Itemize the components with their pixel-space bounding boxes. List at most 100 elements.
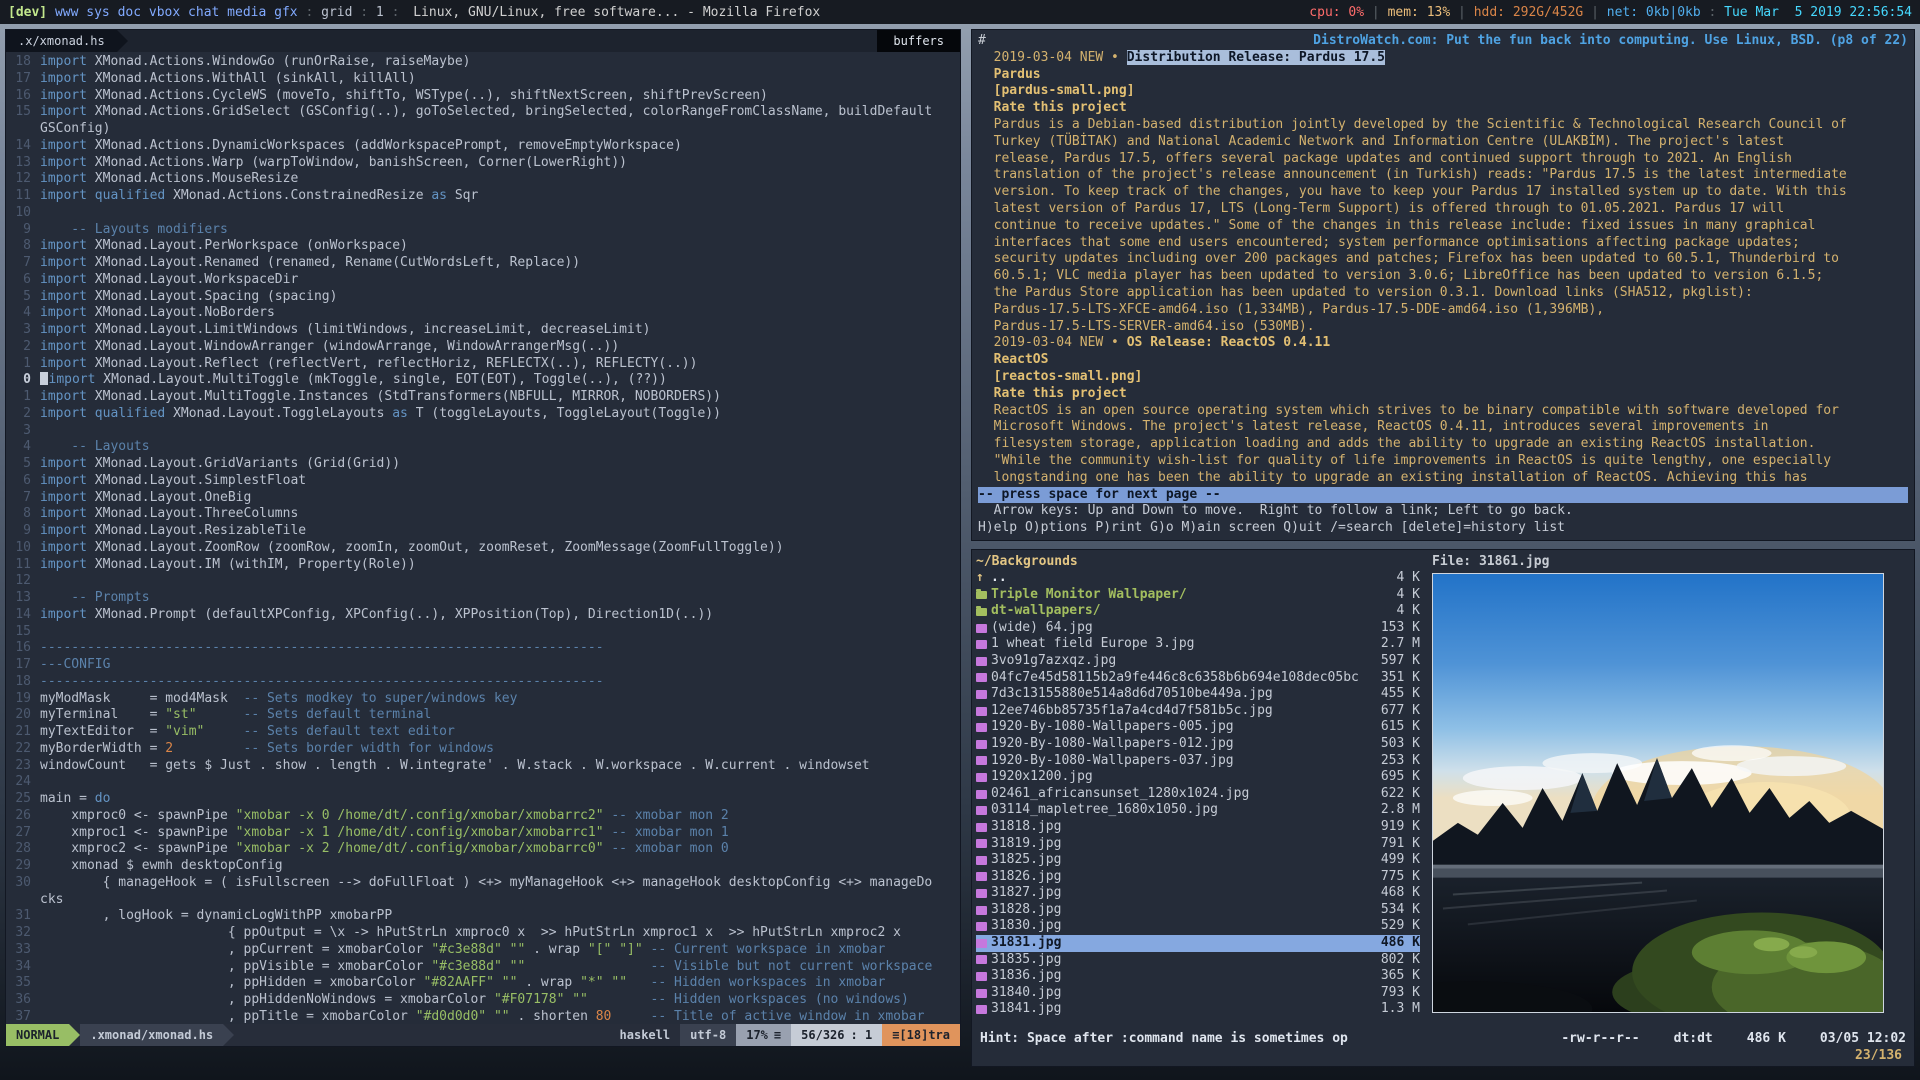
code-line[interactable]: 17import XMonad.Actions.WithAll (sinkAll… [10, 71, 960, 88]
workspace-vbox[interactable]: vbox [141, 5, 180, 20]
file-row[interactable]: 1920-By-1080-Wallpapers-037.jpg253 K [976, 753, 1420, 770]
code-line[interactable]: 1import XMonad.Layout.Reflect (reflectVe… [10, 356, 960, 373]
code-line[interactable]: 12import XMonad.Actions.MouseResize [10, 171, 960, 188]
code-line[interactable]: 22myBorderWidth = 2 -- Sets border width… [10, 741, 960, 758]
link[interactable]: [reactos-small.png] [978, 369, 1142, 384]
code-line[interactable]: 32 { ppOutput = \x -> hPutStrLn xmproc0 … [10, 925, 960, 942]
code-line[interactable]: 34 , ppVisible = xmobarColor "#c3e88d" "… [10, 959, 960, 976]
file-row[interactable]: 31835.jpg802 K [976, 952, 1420, 969]
code-line[interactable]: 2import qualified XMonad.Layout.ToggleLa… [10, 406, 960, 423]
code-line[interactable]: 17---CONFIG [10, 657, 960, 674]
file-row[interactable]: 31831.jpg486 K [976, 935, 1420, 952]
code-line[interactable]: cks [10, 892, 960, 909]
code-line[interactable]: 29 xmonad $ ewmh desktopConfig [10, 858, 960, 875]
code-line[interactable]: 16import XMonad.Actions.CycleWS (moveTo,… [10, 88, 960, 105]
link[interactable]: [pardus-small.png] [978, 83, 1135, 98]
file-row[interactable]: dt-wallpapers/4 K [976, 603, 1420, 620]
code-line[interactable]: 16--------------------------------------… [10, 640, 960, 657]
file-row[interactable]: 31827.jpg468 K [976, 885, 1420, 902]
selected-link[interactable]: Distribution Release: Pardus 17.5 [1127, 50, 1385, 65]
workspace-media[interactable]: media [219, 5, 266, 20]
code-line[interactable]: 12 [10, 573, 960, 590]
code-line[interactable]: 9 -- Layouts modifiers [10, 222, 960, 239]
code-line[interactable]: 5import XMonad.Layout.Spacing (spacing) [10, 289, 960, 306]
link[interactable]: ReactOS [978, 352, 1048, 367]
workspace-current[interactable]: [dev] [8, 5, 47, 20]
code-line[interactable]: 4import XMonad.Layout.NoBorders [10, 305, 960, 322]
code-line[interactable]: 8import XMonad.Layout.PerWorkspace (onWo… [10, 238, 960, 255]
code-line[interactable]: 11import qualified XMonad.Actions.Constr… [10, 188, 960, 205]
code-line[interactable]: 9import XMonad.Layout.ResizableTile [10, 523, 960, 540]
code-line[interactable]: 15 [10, 624, 960, 641]
code-line[interactable]: 21myTextEditor = "vim" -- Sets default t… [10, 724, 960, 741]
code-line[interactable]: 13 -- Prompts [10, 590, 960, 607]
file-row[interactable]: 31818.jpg919 K [976, 819, 1420, 836]
code-line[interactable]: 5import XMonad.Layout.GridVariants (Grid… [10, 456, 960, 473]
code-line[interactable]: 6import XMonad.Layout.WorkspaceDir [10, 272, 960, 289]
code-line[interactable]: 8import XMonad.Layout.ThreeColumns [10, 506, 960, 523]
code-line[interactable]: 28 xmproc2 <- spawnPipe "xmobar -x 2 /ho… [10, 841, 960, 858]
code-line[interactable]: 3import XMonad.Layout.LimitWindows (limi… [10, 322, 960, 339]
code-line[interactable]: 15import XMonad.Actions.GridSelect (GSCo… [10, 104, 960, 121]
code-line[interactable]: 7import XMonad.Layout.Renamed (renamed, … [10, 255, 960, 272]
code-line[interactable]: 24 [10, 774, 960, 791]
code-line[interactable]: 27 xmproc1 <- spawnPipe "xmobar -x 1 /ho… [10, 825, 960, 842]
code-line[interactable]: 33 , ppCurrent = xmobarColor "#c3e88d" "… [10, 942, 960, 959]
file-row[interactable]: 31841.jpg1.3 M [976, 1001, 1420, 1018]
file-row[interactable]: 31836.jpg365 K [976, 968, 1420, 985]
code-line[interactable]: 6import XMonad.Layout.SimplestFloat [10, 473, 960, 490]
file-row[interactable]: 31840.jpg793 K [976, 985, 1420, 1002]
xmobar-layout[interactable]: grid [321, 5, 352, 20]
file-row[interactable]: 7d3c13155880e514a8d6d70510be449a.jpg455 … [976, 686, 1420, 703]
code-line[interactable]: 2import XMonad.Layout.WindowArranger (wi… [10, 339, 960, 356]
vim-buffer[interactable]: 18import XMonad.Actions.WindowGo (runOrR… [6, 52, 960, 1024]
file-row[interactable]: 31830.jpg529 K [976, 918, 1420, 935]
code-line[interactable]: 36 , ppHiddenNoWindows = xmobarColor "#F… [10, 992, 960, 1009]
link[interactable]: Pardus [978, 67, 1041, 82]
file-row[interactable]: 31819.jpg791 K [976, 836, 1420, 853]
file-row[interactable]: 31825.jpg499 K [976, 852, 1420, 869]
code-line[interactable]: 4 -- Layouts [10, 439, 960, 456]
workspace-chat[interactable]: chat [180, 5, 219, 20]
code-line[interactable]: 7import XMonad.Layout.OneBig [10, 490, 960, 507]
file-row[interactable]: 1920x1200.jpg695 K [976, 769, 1420, 786]
workspace-sys[interactable]: sys [78, 5, 109, 20]
code-line[interactable]: 10import XMonad.Layout.ZoomRow (zoomRow,… [10, 540, 960, 557]
code-line[interactable]: 19myModMask = mod4Mask -- Sets modkey to… [10, 691, 960, 708]
code-line[interactable]: 35 , ppHidden = xmobarColor "#82AAFF" ""… [10, 975, 960, 992]
code-line[interactable]: 20myTerminal = "st" -- Sets default term… [10, 707, 960, 724]
code-line[interactable]: 14import XMonad.Actions.DynamicWorkspace… [10, 138, 960, 155]
code-line[interactable]: 25main = do [10, 791, 960, 808]
file-row[interactable]: Triple Monitor Wallpaper/4 K [976, 587, 1420, 604]
code-line[interactable]: 3 [10, 423, 960, 440]
workspace-doc[interactable]: doc [110, 5, 141, 20]
code-line[interactable]: 26 xmproc0 <- spawnPipe "xmobar -x 0 /ho… [10, 808, 960, 825]
link[interactable]: OS Release: ReactOS 0.4.11 [1127, 335, 1331, 350]
file-row[interactable]: 31826.jpg775 K [976, 869, 1420, 886]
code-line[interactable]: 1import XMonad.Layout.MultiToggle.Instan… [10, 389, 960, 406]
vim-tab[interactable]: .x/xmonad.hs [6, 30, 117, 52]
file-row[interactable]: ↑..4 K [976, 570, 1420, 587]
file-row[interactable]: 1 wheat field Europe 3.jpg2.7 M [976, 636, 1420, 653]
code-line[interactable]: 18--------------------------------------… [10, 674, 960, 691]
file-row[interactable]: (wide) 64.jpg153 K [976, 620, 1420, 637]
file-row[interactable]: 1920-By-1080-Wallpapers-005.jpg615 K [976, 719, 1420, 736]
file-row[interactable]: 04fc7e45d58115b2a9fe446c8c6358b6b694e108… [976, 670, 1420, 687]
code-line[interactable]: 10 [10, 205, 960, 222]
code-line[interactable]: 31 , logHook = dynamicLogWithPP xmobarPP [10, 908, 960, 925]
code-line[interactable]: 14import XMonad.Prompt (defaultXPConfig,… [10, 607, 960, 624]
workspace-gfx[interactable]: gfx [266, 5, 297, 20]
file-row[interactable]: 03114_mapletree_1680x1050.jpg2.8 M [976, 802, 1420, 819]
file-row[interactable]: 02461_africansunset_1280x1024.jpg622 K [976, 786, 1420, 803]
file-row[interactable]: 3vo91g7azxqz.jpg597 K [976, 653, 1420, 670]
code-line[interactable]: 23windowCount = gets $ Just . show . len… [10, 758, 960, 775]
link[interactable]: Rate this project [978, 100, 1127, 115]
code-line[interactable]: 30 { manageHook = ( isFullscreen --> doF… [10, 875, 960, 892]
code-line[interactable]: 0import XMonad.Layout.MultiToggle (mkTog… [10, 372, 960, 389]
file-row[interactable]: 1920-By-1080-Wallpapers-012.jpg503 K [976, 736, 1420, 753]
workspace-www[interactable]: www [47, 5, 78, 20]
code-line[interactable]: GSConfig) [10, 121, 960, 138]
link[interactable]: Rate this project [978, 386, 1127, 401]
code-line[interactable]: 18import XMonad.Actions.WindowGo (runOrR… [10, 54, 960, 71]
file-row[interactable]: 31828.jpg534 K [976, 902, 1420, 919]
